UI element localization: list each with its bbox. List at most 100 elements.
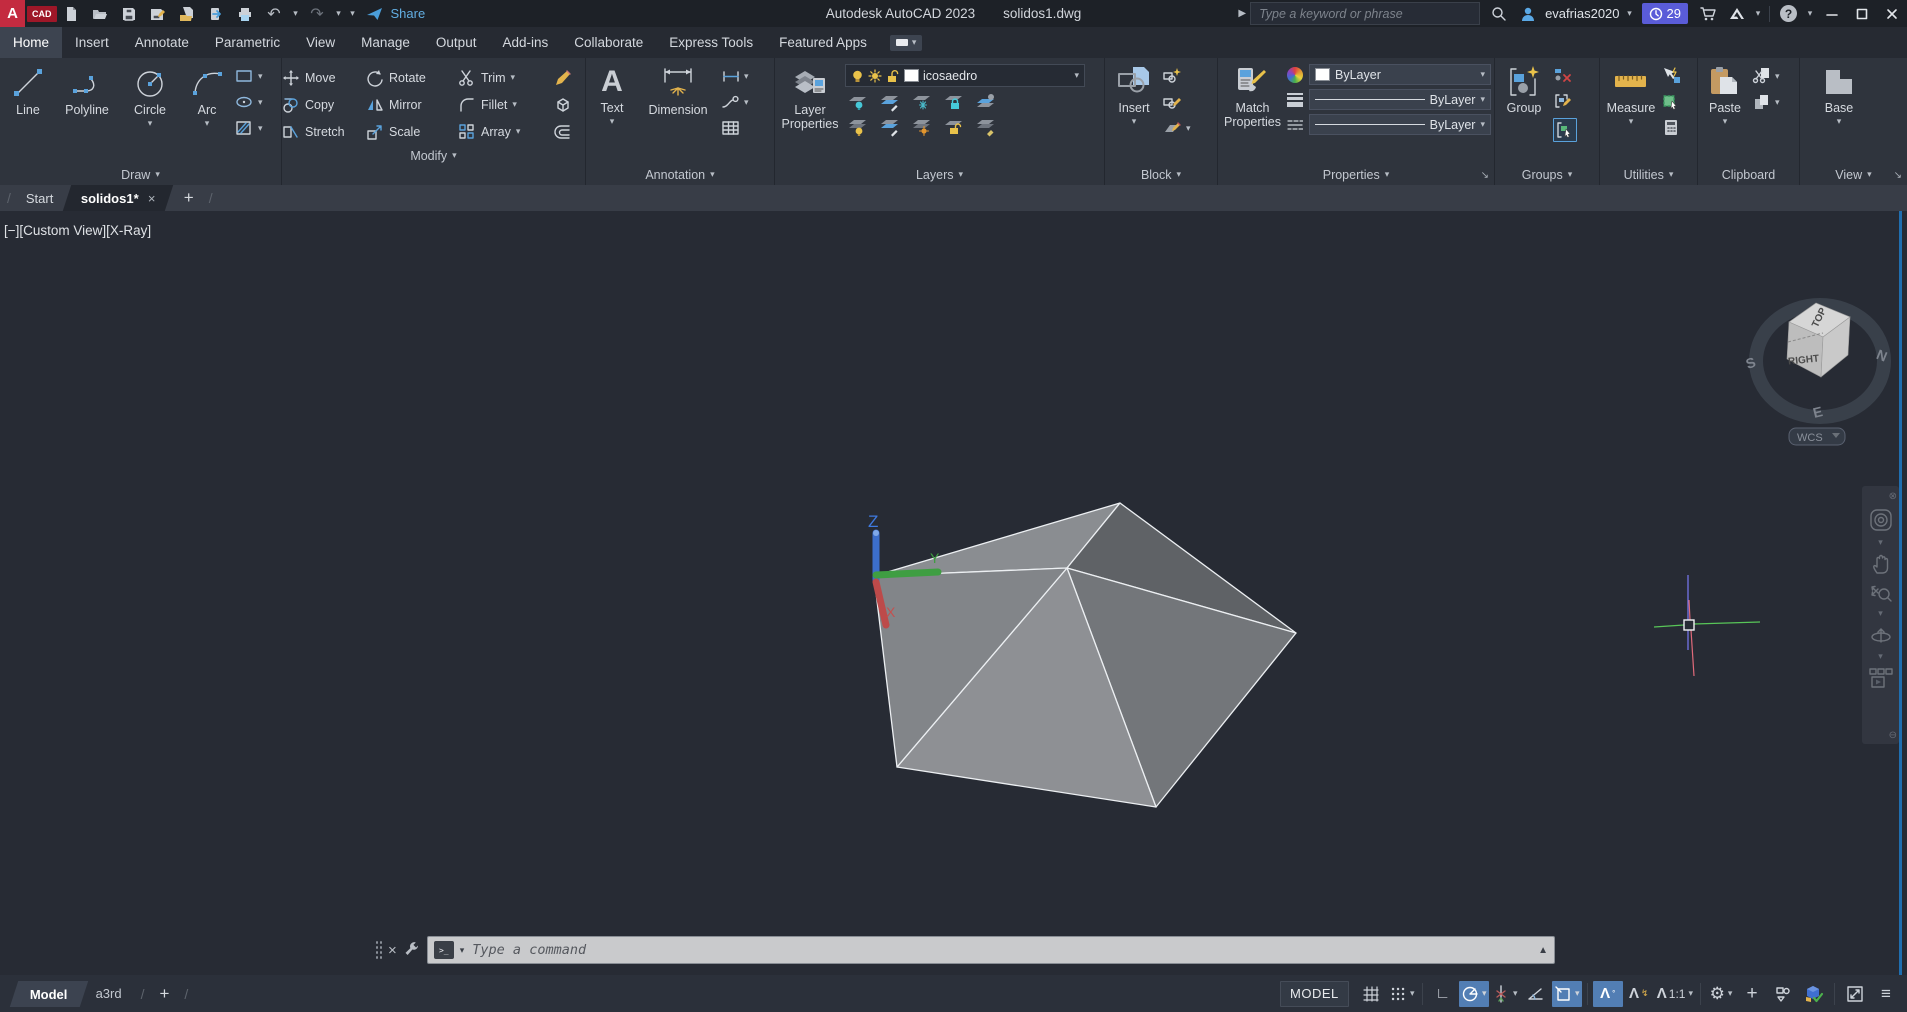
command-customize-wrench-icon[interactable]	[403, 941, 421, 959]
clean-screen-button[interactable]	[1840, 981, 1870, 1007]
graphics-performance-button[interactable]	[1799, 981, 1829, 1007]
pan-button[interactable]	[1870, 553, 1892, 575]
layer-unisolate-button[interactable]	[879, 117, 901, 137]
search-box[interactable]	[1250, 2, 1481, 25]
ribbon-display-toggle[interactable]: ▾	[889, 34, 923, 51]
rotate-button[interactable]: Rotate	[366, 69, 458, 87]
qat-customize-dropdown[interactable]: ▾	[346, 9, 360, 18]
move-button[interactable]: Move	[282, 69, 366, 87]
command-input-bar[interactable]: >_ ▾ ▲	[426, 936, 1555, 964]
model-tab[interactable]: Model	[9, 980, 88, 1007]
showmotion-button[interactable]	[1868, 667, 1893, 689]
circle-button[interactable]: Circle ▾	[121, 62, 179, 128]
annotation-monitor-plus-button[interactable]: +	[1737, 981, 1767, 1007]
copy-clip-button[interactable]: ▾	[1752, 92, 1780, 112]
object-snap-tracking-button[interactable]: ▾	[1490, 981, 1520, 1007]
isolate-objects-button[interactable]	[1768, 981, 1798, 1007]
username[interactable]: evafrias2020	[1545, 6, 1619, 21]
command-recent-dropdown[interactable]: ▾	[460, 945, 465, 956]
redo-dropdown[interactable]: ▾	[332, 9, 346, 18]
properties-panel-launcher[interactable]: ↘	[1481, 170, 1489, 181]
tab-home[interactable]: Home	[0, 27, 63, 58]
navbar-collapse-button[interactable]: ⊖	[1889, 730, 1897, 741]
dimension-button[interactable]: Dimension	[638, 62, 718, 117]
account-avatar[interactable]	[1513, 0, 1542, 27]
license-timer-badge[interactable]: 29	[1641, 3, 1688, 24]
hatch-button[interactable]: ▾	[235, 118, 263, 138]
help-dropdown[interactable]: ▾	[1803, 9, 1817, 18]
polar-tracking-button[interactable]: ▾	[1458, 980, 1489, 1007]
model-space-button[interactable]: MODEL	[1280, 980, 1349, 1007]
viewcube[interactable]: TOP RIGHT S N E WCS	[1744, 298, 1891, 446]
navbar-close-button[interactable]: ⊗	[1889, 491, 1897, 502]
stretch-button[interactable]: Stretch	[282, 123, 366, 141]
workspace-gear-button[interactable]: ⚙ ▾	[1706, 981, 1736, 1007]
arc-button[interactable]: Arc ▾	[182, 62, 232, 128]
search-input[interactable]	[1257, 5, 1474, 22]
panel-label-layers[interactable]: Layers ▾	[775, 164, 1104, 185]
linetype-combo[interactable]: ByLayer ▾	[1309, 114, 1491, 135]
line-button[interactable]: Line	[3, 62, 53, 117]
group-selection-toggle[interactable]	[1553, 118, 1577, 142]
icosahedron-solid[interactable]	[873, 502, 1297, 808]
annotation-visibility-button[interactable]: Λ °	[1592, 980, 1623, 1007]
layer-select-combo[interactable]: icosaedro ▾	[845, 64, 1085, 87]
polyline-button[interactable]: Polyline	[56, 62, 118, 117]
command-input[interactable]	[470, 941, 1533, 959]
scale-button[interactable]: Scale	[366, 123, 458, 141]
tab-collaborate[interactable]: Collaborate	[561, 27, 656, 58]
file-tab-close-icon[interactable]: ×	[148, 191, 156, 206]
share-button[interactable]	[360, 0, 389, 27]
autodesk-menu-dropdown[interactable]: ▾	[1751, 9, 1765, 18]
command-prompt-icon[interactable]: >_	[433, 941, 454, 959]
insert-block-button[interactable]: Insert ▾	[1108, 62, 1160, 126]
maximize-window-button[interactable]	[1847, 0, 1877, 27]
snap-mode-button[interactable]: ▾	[1387, 981, 1417, 1007]
save-button[interactable]	[115, 0, 144, 27]
zoom-dropdown[interactable]: ▾	[1878, 609, 1883, 618]
share-label[interactable]: Share	[391, 6, 426, 21]
file-tab-start[interactable]: Start	[18, 185, 61, 211]
fillet-button[interactable]: Fillet ▾	[458, 96, 554, 114]
tab-output[interactable]: Output	[423, 27, 490, 58]
tab-annotate[interactable]: Annotate	[122, 27, 202, 58]
orbit-button[interactable]	[1870, 624, 1892, 646]
file-tab-solidos1[interactable]: solidos1* ×	[63, 185, 174, 211]
object-snap-button[interactable]: ▾	[1551, 980, 1582, 1007]
command-bar-drag-handle[interactable]	[375, 940, 382, 960]
panel-label-modify[interactable]: Modify ▾	[282, 145, 585, 166]
panel-label-properties[interactable]: Properties ▾	[1218, 164, 1494, 185]
panel-label-clipboard[interactable]: Clipboard	[1698, 164, 1799, 185]
plot-button[interactable]	[231, 0, 260, 27]
explode-button[interactable]	[554, 96, 578, 114]
offset-button[interactable]	[554, 123, 578, 141]
undo-button[interactable]: ↶	[260, 0, 289, 27]
redo-button[interactable]: ↷	[303, 0, 332, 27]
new-layout-button[interactable]: +	[151, 984, 177, 1004]
annotation-scale-button[interactable]: Λ 1:1 ▾	[1655, 981, 1695, 1007]
array-button[interactable]: Array ▾	[458, 123, 554, 141]
panel-label-groups[interactable]: Groups ▾	[1495, 164, 1599, 185]
view-panel-launcher[interactable]: ↘	[1894, 170, 1902, 181]
quick-calculator-button[interactable]	[1662, 118, 1682, 138]
customization-menu-button[interactable]: ≡	[1871, 981, 1901, 1007]
layer-unlock-button[interactable]	[943, 117, 965, 137]
tab-parametric[interactable]: Parametric	[202, 27, 293, 58]
dimension-linear-button[interactable]: ▾	[721, 66, 749, 86]
cut-button[interactable]: ▾	[1752, 66, 1780, 86]
match-properties-button[interactable]: Match Properties	[1221, 62, 1284, 130]
annotation-autoscale-button[interactable]: Λ ↯	[1624, 981, 1654, 1007]
ortho-button[interactable]: ∟	[1428, 981, 1458, 1007]
layer-freeze-button[interactable]	[911, 92, 933, 112]
rectangle-button[interactable]: ▾	[235, 66, 263, 86]
paste-button[interactable]: Paste ▾	[1701, 62, 1749, 126]
table-button[interactable]	[721, 118, 749, 138]
undo-dropdown[interactable]: ▾	[289, 9, 303, 18]
panel-label-utilities[interactable]: Utilities ▾	[1600, 164, 1697, 185]
layer-lock-button[interactable]	[943, 92, 965, 112]
lineweight-combo[interactable]: ByLayer ▾	[1309, 89, 1491, 110]
tab-add-ins[interactable]: Add-ins	[489, 27, 561, 58]
autocad-logo[interactable]: A	[0, 0, 25, 27]
layer-match-button[interactable]	[975, 92, 997, 112]
isodraft-button[interactable]	[1521, 981, 1551, 1007]
